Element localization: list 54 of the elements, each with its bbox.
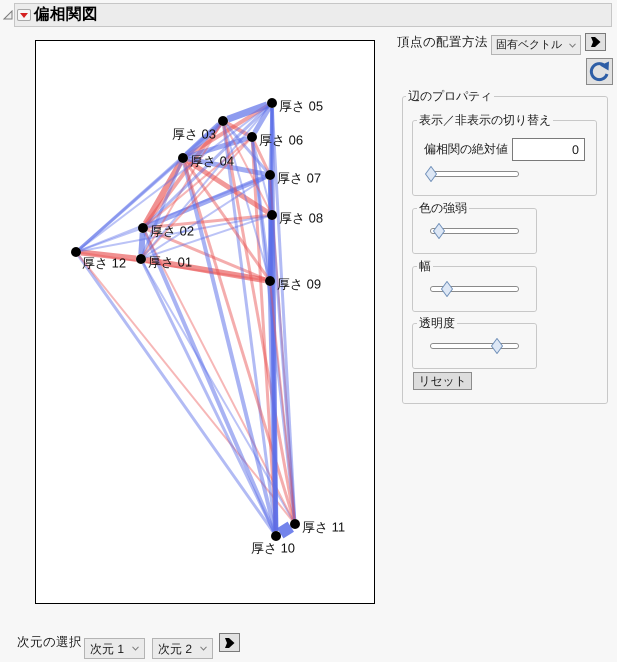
slider-thumb[interactable] xyxy=(433,223,446,239)
node-marker-icon xyxy=(267,210,277,220)
panel-title: 色の強弱 xyxy=(418,201,468,215)
node-label: 厚さ 10 xyxy=(250,540,296,556)
node-marker-icon xyxy=(136,254,146,264)
dimension-dropdown[interactable]: 次元 2 xyxy=(152,638,213,659)
node-marker-icon xyxy=(218,116,228,126)
slider-thumb[interactable] xyxy=(490,338,503,354)
node-label: 厚さ 05 xyxy=(279,98,324,114)
apply-button[interactable] xyxy=(585,33,606,51)
slider-thumb[interactable] xyxy=(425,166,437,182)
node-label: 厚さ 03 xyxy=(172,126,216,142)
chevron-down-icon xyxy=(200,646,207,651)
absolute-value-label: 偏相関の絶対値 xyxy=(424,141,509,157)
dimension-dropdown[interactable]: 次元 1 xyxy=(84,638,145,659)
report-title: 偏相関図 xyxy=(34,5,98,25)
node-marker-icon xyxy=(271,531,281,541)
node-label: 厚さ 11 xyxy=(302,520,346,534)
node-label: 厚さ 02 xyxy=(150,224,194,238)
apply-button[interactable] xyxy=(219,633,240,652)
node-marker-icon xyxy=(267,98,277,108)
node-label: 厚さ 04 xyxy=(190,154,234,168)
refresh-icon xyxy=(589,61,610,82)
arrow-right-icon xyxy=(590,36,601,48)
node-marker-icon xyxy=(71,247,81,257)
node-label: 厚さ 12 xyxy=(82,256,126,270)
dimension-select-label: 次元の選択 xyxy=(17,634,83,650)
panel-title: 幅 xyxy=(418,259,432,273)
chevron-down-icon xyxy=(132,646,139,651)
panel-title: 表示／非表示の切り替え xyxy=(418,113,552,127)
node-label: 厚さ 07 xyxy=(277,170,322,186)
node-marker-icon xyxy=(178,153,188,163)
layout-method-label: 頂点の配置方法 xyxy=(397,34,489,50)
node-label: 厚さ 08 xyxy=(279,210,324,226)
arrow-right-icon xyxy=(224,636,235,648)
absolute-value-field[interactable]: 0 xyxy=(512,138,585,161)
node-label: 厚さ 09 xyxy=(277,276,322,292)
panel-title: 辺のプロパティ xyxy=(407,89,493,103)
node-marker-icon xyxy=(290,519,300,529)
node-marker-icon xyxy=(138,223,148,233)
node-marker-icon xyxy=(265,276,275,286)
reset-button[interactable]: リセット xyxy=(413,372,472,390)
node-label: 厚さ 01 xyxy=(148,254,192,270)
slider-track[interactable] xyxy=(425,166,519,182)
caret-down-icon xyxy=(20,12,28,18)
panel-title: 透明度 xyxy=(418,316,456,330)
chevron-down-icon xyxy=(569,42,576,48)
slider-thumb[interactable] xyxy=(441,281,454,297)
refresh-button[interactable] xyxy=(586,58,613,85)
disclosure-triangle-icon[interactable] xyxy=(3,10,13,20)
menu-button[interactable] xyxy=(17,9,31,21)
node-marker-icon xyxy=(247,132,257,142)
node-marker-icon xyxy=(265,170,275,180)
layout-method-dropdown[interactable]: 固有ベクトル xyxy=(491,35,581,55)
